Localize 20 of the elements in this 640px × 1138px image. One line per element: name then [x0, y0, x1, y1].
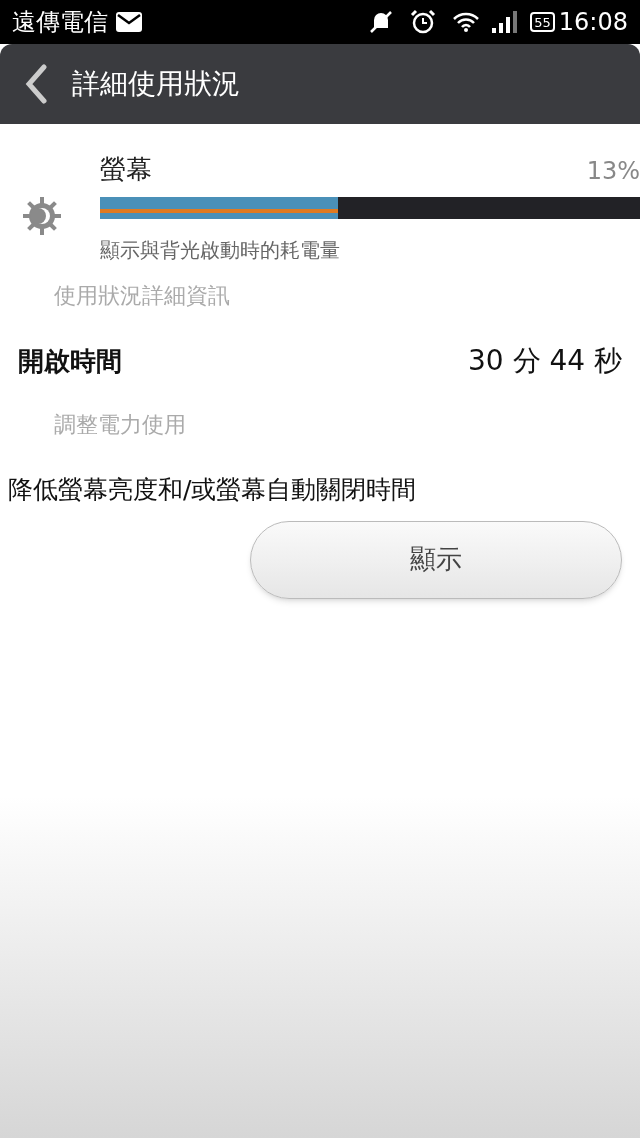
alarm-icon	[410, 9, 437, 35]
clock: 16:08	[558, 7, 628, 38]
page-title: 詳細使用狀況	[72, 66, 240, 102]
mail-icon	[116, 12, 142, 32]
section-heading: 調整電力使用	[54, 411, 187, 439]
brightness-icon	[22, 196, 62, 236]
detail-value: 30 分 44 秒	[468, 343, 622, 379]
usage-percent: 13%	[586, 156, 640, 187]
show-button[interactable]: 顯示	[250, 520, 622, 599]
item-name: 螢幕	[100, 153, 152, 186]
wifi-icon	[452, 11, 481, 33]
muted-bell-icon	[368, 10, 395, 34]
item-description: 顯示與背光啟動時的耗電量	[100, 237, 341, 264]
signal-icon	[492, 11, 519, 33]
carrier-name: 遠傳電信	[12, 7, 108, 38]
section-heading: 使用狀況詳細資訊	[54, 282, 231, 310]
battery-icon: 55	[530, 12, 555, 32]
back-icon[interactable]	[24, 64, 48, 104]
detail-label: 開啟時間	[18, 344, 122, 378]
suggestion-text: 降低螢幕亮度和/或螢幕自動關閉時間	[8, 474, 418, 506]
